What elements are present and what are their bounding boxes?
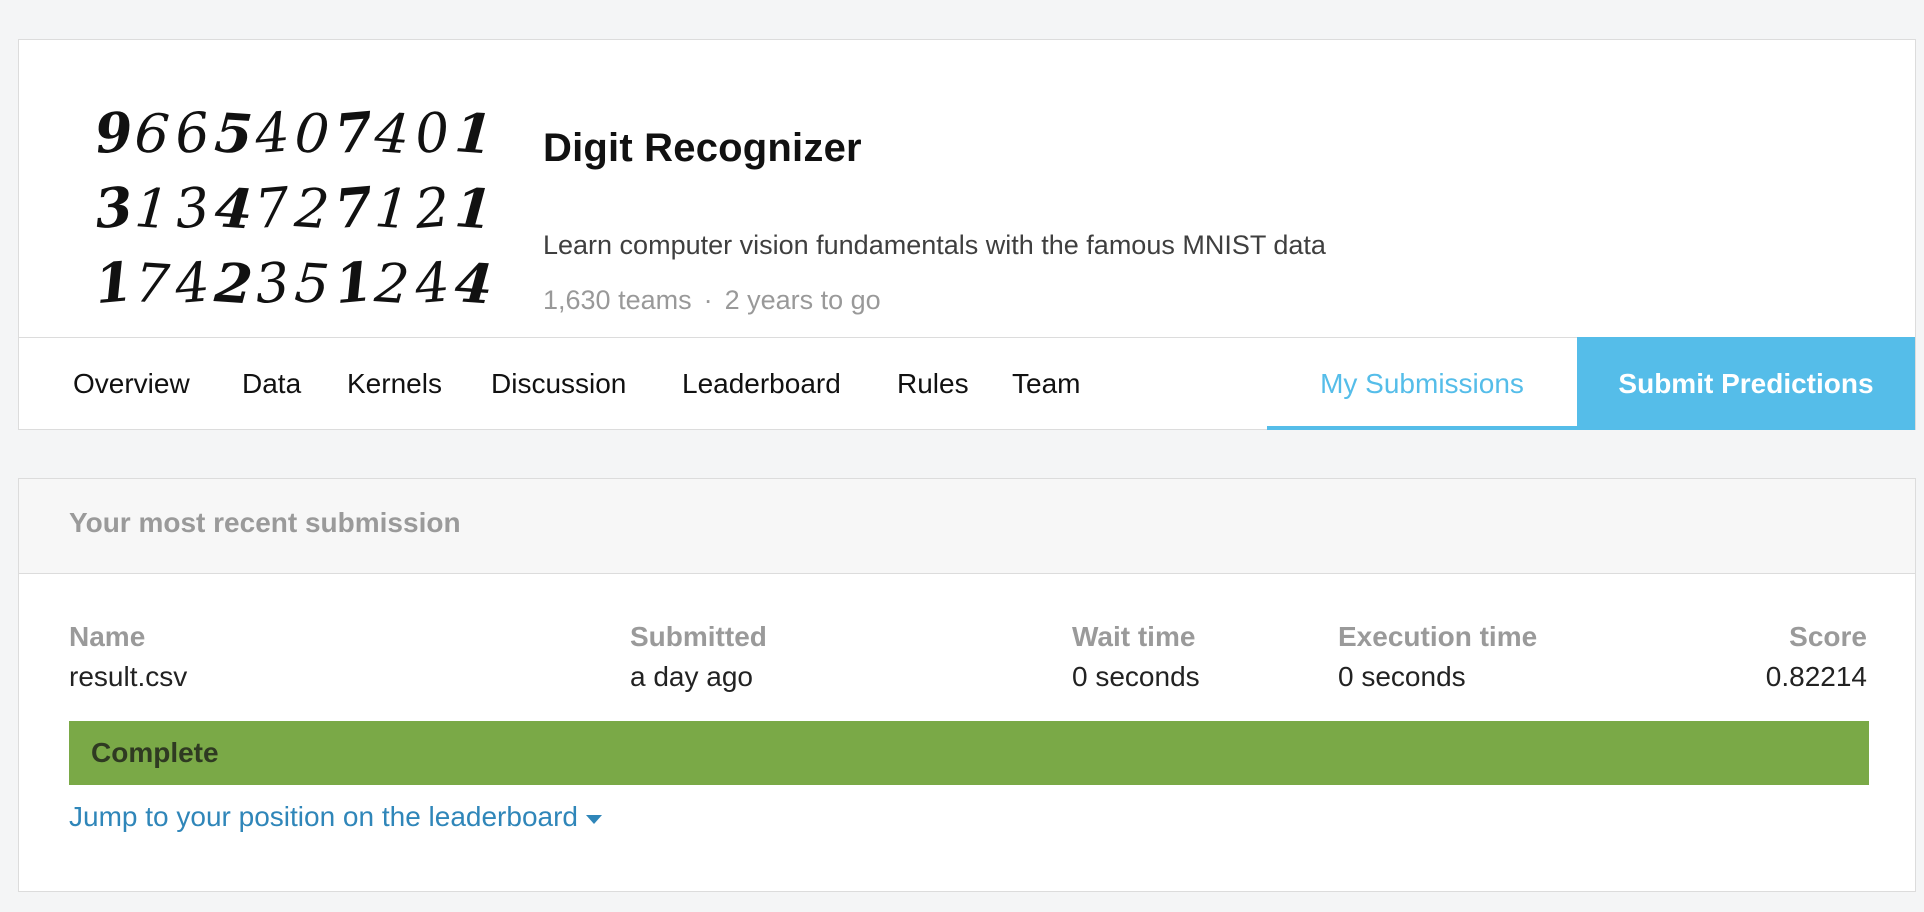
mnist-digit: 2 bbox=[411, 175, 452, 241]
mnist-digit: 6 bbox=[172, 100, 212, 166]
mnist-digit: 7 bbox=[332, 174, 375, 241]
submitted-label: Submitted bbox=[630, 621, 767, 652]
recent-submission-title: Your most recent submission bbox=[69, 507, 461, 538]
tab-kernels[interactable]: Kernels bbox=[347, 337, 442, 430]
mnist-digit: 1 bbox=[373, 176, 412, 241]
tab-leaderboard[interactable]: Leaderboard bbox=[682, 337, 841, 430]
deadline-text: 2 years to go bbox=[724, 285, 881, 315]
competition-hero: 966540740131347271211742351244 Digit Rec… bbox=[19, 40, 1915, 338]
submit-predictions-button[interactable]: Submit Predictions bbox=[1577, 337, 1915, 430]
mnist-digit: 3 bbox=[252, 250, 292, 316]
competition-header-card: 966540740131347271211742351244 Digit Rec… bbox=[18, 39, 1916, 430]
mnist-digit: 4 bbox=[213, 175, 255, 241]
score-value: 0.82214 bbox=[1765, 661, 1867, 692]
score-label: Score bbox=[1789, 621, 1867, 652]
competition-meta: 1,630 teams · 2 years to go bbox=[543, 285, 881, 316]
name-label: Name bbox=[69, 621, 146, 652]
tab-overview[interactable]: Overview bbox=[73, 337, 190, 430]
mnist-digit: 2 bbox=[292, 176, 332, 241]
mnist-digit: 1 bbox=[92, 249, 135, 316]
meta-separator: · bbox=[703, 285, 713, 315]
mnist-digit: 3 bbox=[92, 174, 135, 241]
mnist-digit: 5 bbox=[293, 251, 332, 316]
tab-data[interactable]: Data bbox=[242, 337, 301, 430]
name-value: result.csv bbox=[69, 661, 188, 692]
submission-status-bar: Complete bbox=[69, 721, 1869, 785]
wait-time-label: Wait time bbox=[1072, 621, 1196, 652]
submission-execution-column: Execution time 0 seconds bbox=[1338, 621, 1537, 693]
mnist-digit: 1 bbox=[133, 176, 172, 241]
tab-discussion[interactable]: Discussion bbox=[491, 337, 626, 430]
competition-title: Digit Recognizer bbox=[543, 126, 862, 170]
mnist-digit: 4 bbox=[171, 250, 212, 316]
mnist-digit: 0 bbox=[293, 101, 332, 166]
jump-link-label: Jump to your position on the leaderboard bbox=[69, 801, 578, 832]
mnist-digit: 4 bbox=[411, 250, 452, 316]
competition-description: Learn computer vision fundamentals with … bbox=[543, 230, 1326, 260]
wait-time-value: 0 seconds bbox=[1072, 661, 1200, 692]
mnist-digit: 7 bbox=[133, 251, 172, 316]
mnist-digit: 6 bbox=[133, 101, 172, 166]
mnist-digit: 1 bbox=[332, 249, 375, 316]
submitted-value: a day ago bbox=[630, 661, 753, 692]
submission-score-column: Score 0.82214 bbox=[1766, 621, 1867, 693]
execution-time-value: 0 seconds bbox=[1338, 661, 1466, 692]
tab-my-submissions[interactable]: My Submissions bbox=[1267, 337, 1577, 430]
mnist-digit: 4 bbox=[372, 101, 412, 166]
mnist-digit: 4 bbox=[453, 250, 495, 316]
submission-submitted-column: Submitted a day ago bbox=[630, 621, 767, 693]
mnist-digit: 1 bbox=[453, 100, 495, 166]
mnist-digit: 1 bbox=[453, 175, 495, 241]
execution-time-label: Execution time bbox=[1338, 621, 1538, 652]
team-count: 1,630 teams bbox=[543, 285, 692, 315]
competition-tabs: Overview Data Kernels Discussion Leaderb… bbox=[19, 337, 1915, 430]
recent-submission-card: Your most recent submission Name result.… bbox=[18, 478, 1916, 892]
mnist-digit: 7 bbox=[252, 175, 292, 241]
mnist-digit: 9 bbox=[92, 99, 135, 166]
mnist-digit: 3 bbox=[172, 175, 212, 241]
mnist-digits-image: 96 6 54 0 74 0 131 3 47 2 71 2 117 4 23 5 12 4 4 bbox=[92, 99, 495, 317]
caret-down-icon bbox=[586, 814, 602, 824]
recent-submission-header: Your most recent submission bbox=[19, 479, 1915, 574]
mnist-digit: 2 bbox=[212, 250, 255, 317]
mnist-digit: 7 bbox=[332, 99, 375, 166]
mnist-digit: 0 bbox=[412, 100, 452, 166]
tab-team[interactable]: Team bbox=[1012, 337, 1080, 430]
jump-to-leaderboard-link[interactable]: Jump to your position on the leaderboard bbox=[69, 801, 602, 833]
mnist-digit: 2 bbox=[372, 251, 412, 316]
submission-name-column: Name result.csv bbox=[69, 621, 187, 693]
mnist-digit: 4 bbox=[251, 100, 292, 166]
mnist-digit: 5 bbox=[213, 100, 255, 166]
competition-thumbnail: 966540740131347271211742351244 bbox=[81, 92, 501, 328]
tab-rules[interactable]: Rules bbox=[897, 337, 969, 430]
submission-wait-column: Wait time 0 seconds bbox=[1072, 621, 1200, 693]
